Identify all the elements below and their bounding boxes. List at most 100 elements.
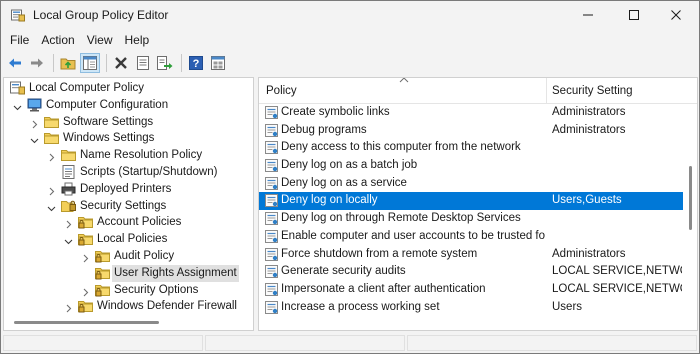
tree-item-scripts-startup-shutdown[interactable]: Scripts (Startup/Shutdown): [4, 164, 240, 181]
view-button[interactable]: [208, 53, 228, 73]
tree-item-label: Name Resolution Policy: [80, 149, 203, 162]
tree-vertical-scrollbar[interactable]: [240, 78, 253, 314]
policy-setting-icon: [265, 212, 278, 226]
policy-row[interactable]: Increase a process working set Users: [259, 299, 683, 317]
chevron-down-icon[interactable]: [64, 235, 73, 245]
menu-help[interactable]: Help: [119, 29, 156, 51]
chevron-right-icon[interactable]: [81, 286, 90, 296]
tree-item-label: Account Policies: [97, 216, 182, 229]
computer-icon: [27, 98, 42, 112]
policy-name: Create symbolic links: [281, 106, 390, 118]
folder-icon: [61, 148, 76, 162]
tree-horizontal-scrollbar[interactable]: [4, 316, 253, 330]
tree-item-audit-policy[interactable]: Audit Policy: [4, 248, 240, 265]
lock-folder-icon: [95, 266, 110, 280]
tree-item-label: Scripts (Startup/Shutdown): [80, 165, 218, 178]
policy-name: Deny log on as a batch job: [281, 159, 418, 172]
menu-view[interactable]: View: [81, 29, 119, 51]
close-icon: [671, 10, 681, 20]
forward-button[interactable]: [27, 53, 47, 73]
properties-button[interactable]: [133, 53, 153, 73]
tree-item-security-settings[interactable]: Security Settings: [4, 198, 240, 215]
tree-item-local-computer-policy[interactable]: Local Computer Policy: [4, 80, 240, 97]
window: Local Group Policy Editor File Action Vi…: [0, 0, 700, 354]
policy-row[interactable]: Create symbolic links Administrators: [259, 104, 683, 122]
details-pane[interactable]: Policy Security Setting Create symbolic …: [258, 77, 698, 331]
policy-list: Create symbolic links Administrators Debug…: [259, 104, 683, 316]
tree-item-account-policies[interactable]: Account Policies: [4, 214, 240, 231]
help-icon: ?: [189, 56, 203, 70]
menu-file[interactable]: File: [4, 29, 35, 51]
folder-icon: [44, 131, 59, 145]
forward-icon: [31, 58, 43, 68]
window-title: Local Group Policy Editor: [33, 8, 169, 22]
help-button[interactable]: ?: [186, 53, 206, 73]
chevron-right-icon[interactable]: [47, 151, 56, 162]
maximize-button[interactable]: [611, 1, 657, 29]
policy-row[interactable]: Impersonate a client after authenticatio…: [259, 281, 683, 299]
tree-item-label: Windows Defender Firewall w: [97, 300, 249, 313]
show-hide-tree-button[interactable]: [80, 53, 100, 73]
delete-button[interactable]: [111, 53, 131, 73]
minimize-icon: [583, 14, 593, 16]
back-button[interactable]: [5, 53, 25, 73]
back-icon: [9, 58, 21, 68]
list-scroll-thumb[interactable]: [689, 166, 692, 230]
policy-row[interactable]: Generate security audits LOCAL SERVICE,NE…: [259, 263, 683, 281]
chevron-down-icon[interactable]: [13, 101, 22, 111]
tree-item-name-resolution-policy[interactable]: Name Resolution Policy: [4, 147, 240, 164]
lock-folder-icon: [78, 232, 93, 246]
tree-item-computer-configuration[interactable]: Computer Configuration: [4, 97, 240, 114]
policy-name: Debug programs: [281, 123, 367, 136]
chevron-right-icon[interactable]: [30, 118, 39, 128]
chevron-right-icon[interactable]: [81, 252, 90, 263]
minimize-button[interactable]: [565, 1, 611, 29]
tree-item-deployed-printers[interactable]: Deployed Printers: [4, 181, 240, 198]
list-vertical-scrollbar[interactable]: [683, 104, 697, 330]
chevron-down-icon[interactable]: [30, 134, 39, 144]
chevron-right-icon[interactable]: [64, 302, 73, 313]
tree-item-software-settings[interactable]: Software Settings: [4, 114, 240, 131]
policy-name: Impersonate a client after authenticatio…: [281, 282, 486, 295]
scripts-icon: [61, 164, 76, 179]
tree-scroll-thumb[interactable]: [14, 321, 159, 324]
tree-item-label: Software Settings: [63, 115, 154, 128]
status-segment: [407, 335, 697, 351]
tree-item-local-policies[interactable]: Local Policies: [4, 231, 240, 248]
close-button[interactable]: [653, 1, 699, 29]
policy-row[interactable]: Deny log on as a service: [259, 175, 683, 193]
chevron-right-icon[interactable]: [47, 185, 56, 196]
column-divider[interactable]: [546, 78, 547, 104]
policy-setting-icon: [265, 159, 278, 173]
console-tree-pane[interactable]: Local Computer Policy Computer Configurat…: [3, 77, 254, 331]
export-list-button[interactable]: [155, 53, 175, 73]
policy-row[interactable]: Deny log on as a batch job: [259, 157, 683, 175]
computer-policy-icon: [10, 81, 25, 95]
policy-row[interactable]: Enable computer and user accounts to be …: [259, 228, 683, 246]
policy-setting-icon: [265, 229, 278, 243]
policy-name: Deny log on locally: [281, 194, 378, 207]
policy-row[interactable]: Deny log on locally Users,Guests: [259, 192, 683, 211]
column-header-policy[interactable]: Policy: [266, 85, 297, 97]
policy-row[interactable]: Deny access to this computer from the ne…: [259, 139, 683, 157]
policy-setting-icon: [265, 194, 278, 208]
sort-ascending-icon: [399, 78, 409, 83]
up-one-level-button[interactable]: [58, 53, 78, 73]
status-segment: [205, 335, 405, 351]
policy-row[interactable]: Force shutdown from a remote system Admin…: [259, 246, 683, 264]
tree-item-windows-defender-firewall-w[interactable]: Windows Defender Firewall w: [4, 298, 248, 315]
policy-name: Increase a process working set: [281, 300, 440, 313]
tree-item-security-options[interactable]: Security Options: [4, 282, 240, 299]
status-bar: [1, 333, 699, 353]
security-setting-value: Administrators: [552, 247, 626, 260]
chevron-right-icon[interactable]: [64, 218, 73, 229]
policy-setting-icon: [265, 265, 278, 279]
policy-setting-icon: [265, 300, 278, 314]
menu-action[interactable]: Action: [35, 29, 80, 51]
policy-row[interactable]: Debug programs Administrators: [259, 122, 683, 140]
tree-item-windows-settings[interactable]: Windows Settings: [4, 130, 240, 147]
column-header-security-setting[interactable]: Security Setting: [552, 85, 633, 97]
tree-item-user-rights-assignment[interactable]: User Rights Assignment: [4, 264, 240, 282]
chevron-down-icon[interactable]: [47, 202, 56, 211]
policy-row[interactable]: Deny log on through Remote Desktop Servi…: [259, 210, 683, 228]
